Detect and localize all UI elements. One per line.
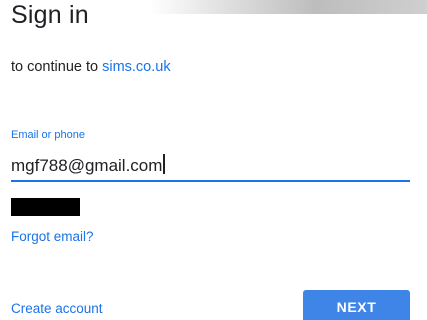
subtitle: to continue to sims.co.uk [11,59,171,75]
site-link[interactable]: sims.co.uk [102,59,171,75]
redaction-block [11,198,80,216]
email-field-label: Email or phone [11,129,85,141]
sign-in-page: Sign in to continue to sims.co.uk Email … [0,0,427,320]
text-caret [163,154,166,174]
email-field[interactable] [11,152,410,182]
subtitle-text: to continue to [11,59,103,75]
forgot-email-link[interactable]: Forgot email? [11,229,94,244]
create-account-link[interactable]: Create account [11,301,103,316]
page-title: Sign in [11,1,89,29]
next-button[interactable]: NEXT [303,290,410,320]
top-edge-shadow [150,0,427,14]
